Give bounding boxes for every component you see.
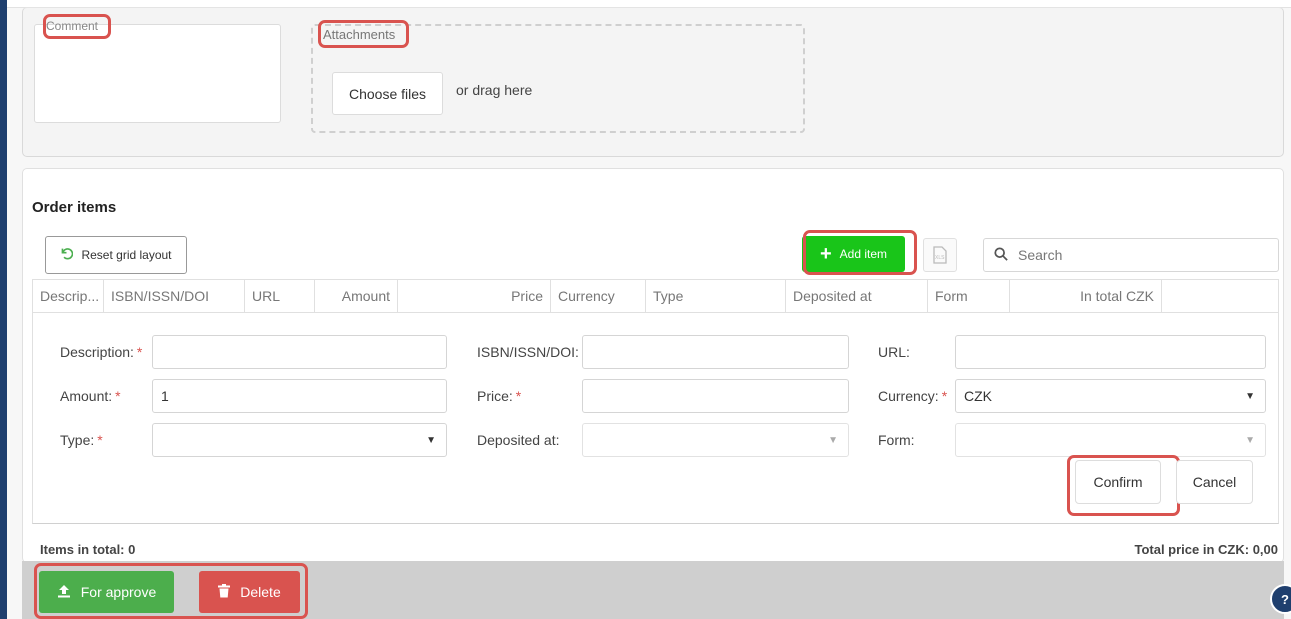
upload-icon xyxy=(57,584,71,601)
question-icon: ? xyxy=(1281,591,1289,607)
deposited-at-label: Deposited at: xyxy=(477,432,560,448)
type-select[interactable]: ▼ xyxy=(152,423,447,457)
amount-label: Amount: * xyxy=(60,388,121,404)
search-field[interactable] xyxy=(983,238,1279,272)
form-select[interactable]: ▼ xyxy=(955,423,1266,457)
add-item-label: Add item xyxy=(839,247,888,261)
form-label: Form: xyxy=(878,432,915,448)
drag-hint: or drag here xyxy=(456,82,533,98)
url-label: URL: xyxy=(878,344,910,360)
description-label: Description: * xyxy=(60,344,143,360)
add-item-button[interactable]: + Add item xyxy=(802,236,905,272)
currency-value: CZK xyxy=(964,388,992,404)
for-approve-label: For approve xyxy=(80,584,157,600)
trash-icon xyxy=(218,583,231,601)
column-header-url[interactable]: URL xyxy=(245,280,315,312)
for-approve-button[interactable]: For approve xyxy=(39,571,174,613)
attachments-label: Attachments xyxy=(323,27,396,42)
choose-files-button[interactable]: Choose files xyxy=(332,72,443,115)
confirm-button[interactable]: Confirm xyxy=(1075,460,1161,504)
comment-textarea[interactable] xyxy=(34,24,281,123)
type-label: Type: * xyxy=(60,432,103,448)
column-header-currency[interactable]: Currency xyxy=(551,280,646,312)
reset-grid-layout-button[interactable]: Reset grid layout xyxy=(45,236,187,274)
search-icon xyxy=(994,246,1008,264)
total-price: Total price in CZK: 0,00 xyxy=(1134,542,1278,557)
description-field[interactable] xyxy=(152,335,447,369)
column-header-type[interactable]: Type xyxy=(646,280,786,312)
comment-label: Comment xyxy=(46,19,99,33)
items-total: Items in total: 0 xyxy=(40,542,136,557)
caret-down-icon: ▼ xyxy=(1245,390,1255,402)
caret-down-icon: ▼ xyxy=(828,434,838,446)
delete-button[interactable]: Delete xyxy=(199,571,300,613)
column-header-form[interactable]: Form xyxy=(928,280,1010,312)
plus-icon: + xyxy=(819,243,832,265)
delete-label: Delete xyxy=(240,584,281,600)
caret-down-icon: ▼ xyxy=(1245,434,1255,446)
column-header-isbn[interactable]: ISBN/ISSN/DOI xyxy=(104,280,245,312)
xlsx-export-icon[interactable]: XLS xyxy=(923,238,957,272)
column-header-deposited-at[interactable]: Deposited at xyxy=(786,280,928,312)
price-field[interactable] xyxy=(582,379,849,413)
currency-select[interactable]: CZK ▼ xyxy=(955,379,1266,413)
order-items-title: Order items xyxy=(32,199,117,216)
isbn-label: ISBN/ISSN/DOI: xyxy=(477,344,579,360)
left-nav-strip xyxy=(0,0,7,619)
reset-grid-layout-label: Reset grid layout xyxy=(81,248,172,262)
column-header-amount[interactable]: Amount xyxy=(315,280,398,312)
grid-header: Descrip... ISBN/ISSN/DOI URL Amount Pric… xyxy=(32,279,1279,313)
currency-label: Currency: * xyxy=(878,388,948,404)
cancel-button[interactable]: Cancel xyxy=(1176,460,1253,504)
svg-text:XLS: XLS xyxy=(935,255,945,261)
url-field[interactable] xyxy=(955,335,1266,369)
undo-icon xyxy=(60,247,74,264)
deposited-at-select[interactable]: ▼ xyxy=(582,423,849,457)
isbn-field[interactable] xyxy=(582,335,849,369)
column-header-in-total[interactable]: In total CZK xyxy=(1010,280,1162,312)
column-header-description[interactable]: Descrip... xyxy=(33,280,104,312)
search-input[interactable] xyxy=(1018,247,1248,263)
column-header-price[interactable]: Price xyxy=(398,280,551,312)
amount-field[interactable]: 1 xyxy=(152,379,447,413)
price-label: Price: * xyxy=(477,388,522,404)
caret-down-icon: ▼ xyxy=(426,434,436,446)
